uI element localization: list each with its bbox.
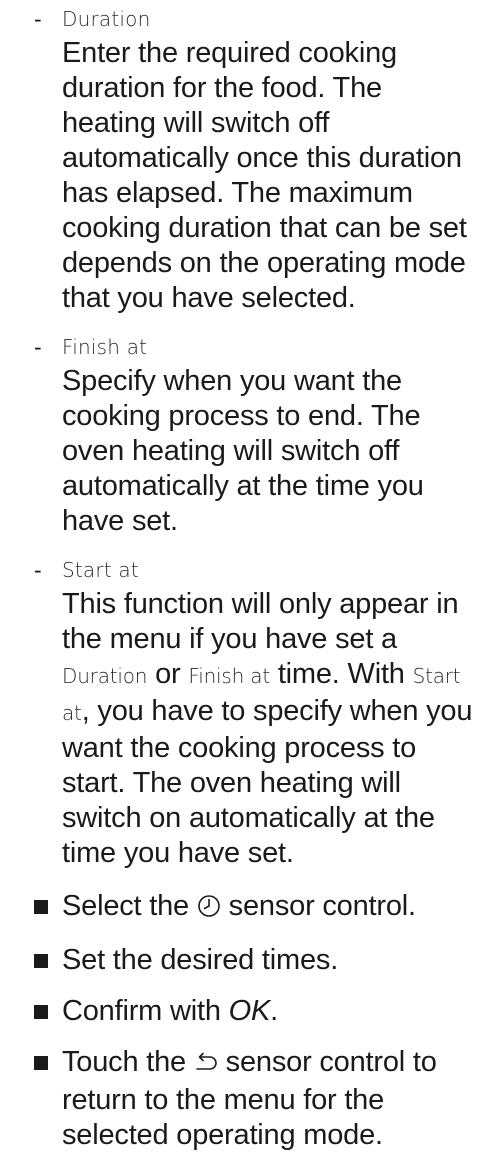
dash-marker: -	[34, 6, 42, 32]
square-bullet	[34, 1005, 48, 1019]
description-text: This function will only appear in the me…	[62, 588, 459, 655]
inline-term-duration: Duration	[62, 664, 148, 688]
step-text: Select the	[62, 890, 197, 922]
step-touch-back: Touch the sensor control to return to th…	[0, 1045, 480, 1153]
ok-label: OK	[228, 995, 271, 1027]
step-text: sensor control.	[220, 890, 416, 922]
step-text: Set the desired times.	[62, 944, 339, 976]
step-set-times: Set the desired times.	[0, 943, 480, 978]
description-text: or	[147, 658, 189, 690]
description-text: time. With	[269, 658, 413, 690]
square-bullet	[34, 900, 48, 914]
step-text: Touch the	[62, 1046, 194, 1078]
option-term: Finish at	[62, 335, 148, 359]
step-text: Confirm with	[62, 995, 229, 1027]
option-description: Specify when you want the cooking proces…	[62, 365, 424, 537]
option-duration: - Duration Enter the required cooking du…	[0, 2, 480, 316]
square-bullet	[34, 954, 48, 968]
square-bullet	[34, 1056, 48, 1070]
description-text: , you have to specify when you want the …	[62, 695, 473, 869]
option-term: Start at	[62, 558, 139, 582]
dash-marker: -	[34, 557, 42, 583]
option-description: This function will only appear in the me…	[62, 587, 480, 871]
option-start-at: - Start at This function will only appea…	[0, 553, 480, 871]
clock-icon	[197, 892, 221, 927]
instruction-page: - Duration Enter the required cooking du…	[0, 0, 480, 1151]
option-term: Duration	[62, 7, 151, 31]
step-confirm-ok: Confirm with OK.	[0, 994, 480, 1029]
step-text: .	[270, 995, 278, 1027]
option-description: Enter the required cooking duration for …	[62, 37, 467, 314]
option-finish-at: - Finish at Specify when you want the co…	[0, 330, 480, 539]
back-arrow-icon	[194, 1048, 218, 1083]
inline-term-finish-at: Finish at	[188, 664, 270, 688]
step-select-clock: Select the sensor control.	[0, 889, 480, 927]
dash-marker: -	[34, 334, 42, 360]
